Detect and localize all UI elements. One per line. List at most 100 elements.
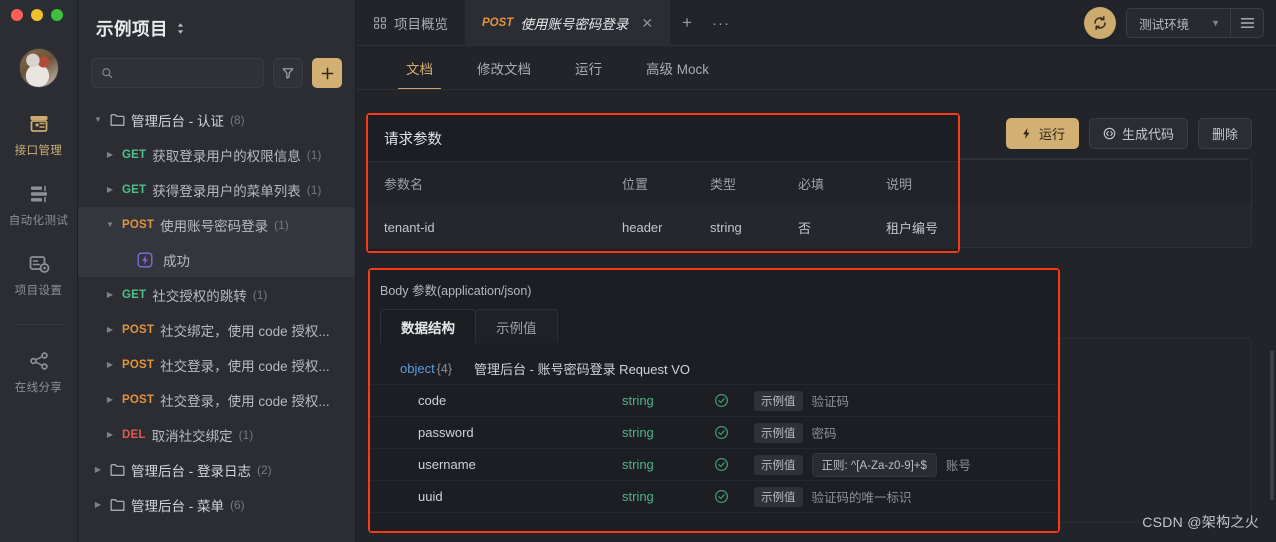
tree-folder-row[interactable]: ▼ 管理后台 - 认证 (8) [78, 102, 355, 137]
project-settings-icon [29, 256, 49, 273]
api-tree: ▼ 管理后台 - 认证 (8) ▶ GET 获取登录用户的权限信息 (1) ▶ … [78, 88, 355, 542]
rail-item-api-management[interactable]: 接口管理 [0, 112, 78, 158]
tree-api-row[interactable]: ▶ GET 获取登录用户的权限信息 (1) [78, 137, 355, 172]
tree-api-row[interactable]: ▶ GET 获得登录用户的菜单列表 (1) [78, 172, 355, 207]
tab-label: 使用账号密码登录 [520, 17, 629, 32]
http-method-badge: GET [122, 183, 147, 196]
tree-api-row[interactable]: ▶ POST 社交登录，使用 code 授权... [78, 347, 355, 382]
avatar[interactable] [18, 48, 59, 88]
tree-api-label: 社交绑定，使用 code 授权... [160, 323, 330, 339]
tree-api-row[interactable]: ▶ DEL 取消社交绑定 (1) [78, 417, 355, 452]
tab-data-structure[interactable]: 数据结构 [380, 309, 476, 343]
sub-tab-label: 运行 [575, 62, 602, 77]
environment-menu-button[interactable] [1230, 9, 1263, 37]
sync-button[interactable] [1084, 7, 1117, 39]
run-button[interactable]: 运行 [1005, 118, 1079, 149]
sidebar-search-row [78, 58, 355, 88]
body-tab-label: 示例值 [496, 320, 537, 336]
tree-api-count: (1) [306, 147, 322, 162]
tree-folder-name: 管理后台 - 登录日志 [131, 463, 251, 479]
sub-tab-label: 高级 Mock [646, 62, 710, 77]
filter-button[interactable] [273, 58, 303, 88]
delete-button[interactable]: 删除 [1197, 118, 1252, 149]
param-desc: 租户编号 [886, 220, 939, 236]
http-method-badge: POST [122, 393, 155, 406]
tree-api-count: (1) [306, 182, 322, 197]
search-input[interactable] [120, 66, 254, 80]
chevron-right-icon: ▶ [106, 149, 114, 159]
tab-project-overview[interactable]: 项目概览 [356, 0, 465, 46]
tab-edit-document[interactable]: 修改文档 [455, 46, 553, 90]
add-button[interactable] [312, 58, 342, 88]
field-example-chip: 示例值 [754, 486, 803, 507]
field-desc: 验证码 [811, 395, 850, 409]
tree-case-row[interactable]: 成功 [78, 242, 355, 277]
column-header-type: 类型 [710, 177, 737, 192]
http-method-badge: DEL [122, 428, 146, 441]
tree-api-row[interactable]: ▶ POST 社交登录，使用 code 授权... [78, 382, 355, 417]
minimize-window-button[interactable] [31, 9, 43, 21]
api-box-icon [30, 116, 47, 132]
tab-run[interactable]: 运行 [553, 46, 624, 90]
generate-code-button[interactable]: 生成代码 [1088, 118, 1188, 149]
chevron-right-icon: ▶ [94, 464, 102, 474]
flash-case-icon [137, 252, 153, 267]
field-desc: 账号 [945, 459, 971, 473]
close-window-button[interactable] [11, 9, 23, 21]
param-position: header [622, 219, 663, 235]
schema-field-row: username string 示例值 正则: ^[A-Za-z0-9]+$ 账… [370, 449, 1058, 481]
tree-api-label: 社交登录，使用 code 授权... [160, 393, 330, 409]
tree-api-label: 获得登录用户的菜单列表 [152, 183, 301, 199]
tab-more-button[interactable]: ··· [704, 0, 738, 46]
sub-tab-label: 文档 [406, 62, 433, 77]
tree-api-row-selected[interactable]: ▼ POST 使用账号密码登录 (1) [78, 207, 355, 242]
tree-folder-row[interactable]: ▶ 管理后台 - 登录日志 (2) [78, 452, 355, 487]
field-key: uuid [418, 489, 443, 504]
rail-item-project-settings[interactable]: 项目设置 [0, 252, 78, 298]
http-method-badge: POST [122, 358, 155, 371]
body-tab-label: 数据结构 [401, 320, 455, 336]
tree-api-label: 取消社交绑定 [151, 428, 233, 444]
column-header-desc: 说明 [886, 177, 913, 192]
search-box[interactable] [91, 58, 264, 88]
new-tab-button[interactable]: + [670, 0, 704, 46]
tree-folder-count: (6) [230, 497, 245, 512]
overview-grid-icon [374, 17, 386, 29]
environment-select[interactable]: 测试环境 ▼ [1127, 9, 1230, 37]
rail-item-online-share[interactable]: 在线分享 [0, 349, 78, 395]
tree-api-label: 使用账号密码登录 [160, 218, 269, 234]
param-name: tenant-id [384, 219, 435, 235]
schema-root-row: object {4} 管理后台 - 账号密码登录 Request VO [370, 353, 1058, 385]
maximize-window-button[interactable] [51, 9, 63, 21]
chevron-right-icon: ▶ [106, 184, 114, 194]
schema-root-type: object [400, 361, 435, 376]
field-type: string [622, 457, 654, 472]
chevron-down-icon: ▼ [94, 114, 102, 124]
tab-example-value[interactable]: 示例值 [475, 309, 558, 343]
sub-tab-bar: 文档 修改文档 运行 高级 Mock [356, 46, 1276, 90]
tree-folder-count: (8) [230, 112, 245, 127]
rail-item-label: 接口管理 [14, 145, 63, 157]
chevron-right-icon: ▶ [106, 289, 114, 299]
column-header-name: 参数名 [384, 177, 424, 192]
tab-advanced-mock[interactable]: 高级 Mock [624, 46, 731, 90]
http-method-badge: POST [122, 323, 155, 336]
vertical-scrollbar[interactable] [1270, 350, 1274, 500]
project-selector[interactable]: 示例项目 [78, 0, 355, 56]
close-tab-icon[interactable]: ✕ [641, 16, 653, 30]
http-method-badge: POST [122, 218, 155, 231]
request-params-highlight: 请求参数 参数名 位置 类型 必填 说明 tenant-id header st… [366, 113, 960, 253]
tree-folder-row[interactable]: ▶ 管理后台 - 菜单 (6) [78, 487, 355, 522]
body-params-label: Body 参数(application/json) [380, 284, 532, 298]
body-params-card: Body 参数(application/json) 数据结构 示例值 objec… [370, 270, 1058, 531]
tab-api-login[interactable]: POST 使用账号密码登录 ✕ [465, 0, 671, 46]
environment-control: 测试环境 ▼ [1126, 8, 1264, 38]
tree-api-row[interactable]: ▶ GET 社交授权的跳转 (1) [78, 277, 355, 312]
tab-document[interactable]: 文档 [384, 46, 455, 90]
request-params-card: 请求参数 参数名 位置 类型 必填 说明 tenant-id header st… [368, 115, 958, 251]
tree-api-count: (1) [252, 287, 268, 302]
hamburger-icon [1240, 18, 1254, 28]
tab-method-badge: POST [482, 17, 514, 29]
tree-api-row[interactable]: ▶ POST 社交绑定，使用 code 授权... [78, 312, 355, 347]
rail-item-automation-test[interactable]: 自动化测试 [0, 182, 78, 228]
